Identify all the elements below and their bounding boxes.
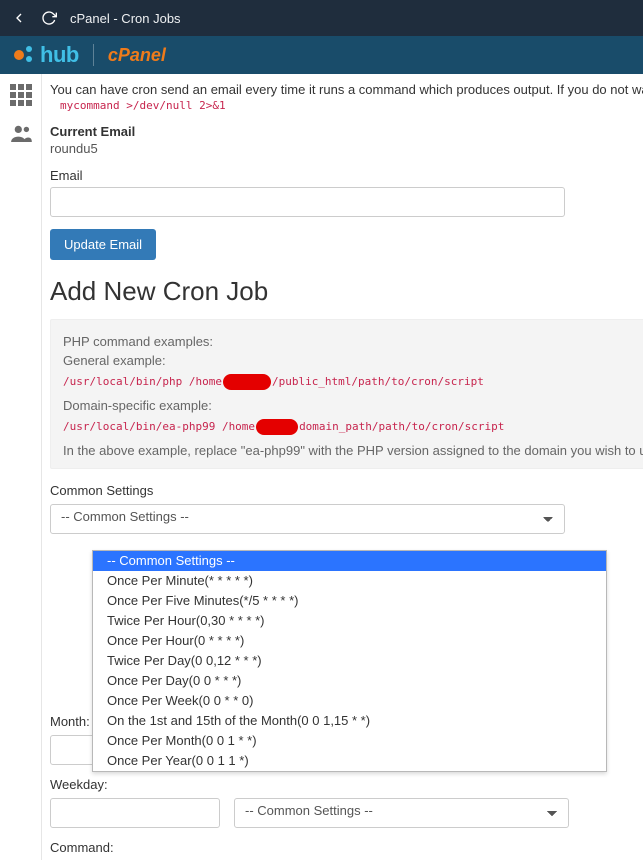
current-email-label: Current Email: [50, 124, 643, 139]
email-label: Email: [50, 168, 643, 183]
domain-example-code: /usr/local/bin/ea-php99 /home domain_path…: [63, 419, 637, 435]
command-label: Command:: [50, 840, 643, 855]
window-titlebar: cPanel - Cron Jobs: [0, 0, 643, 36]
intro-code: mycommand >/dev/null 2>&1: [50, 99, 643, 112]
users-icon[interactable]: [10, 124, 32, 142]
current-email-value: roundu5: [50, 141, 643, 156]
common-settings-dropdown[interactable]: -- Common Settings -- Once Per Minute(* …: [92, 550, 607, 772]
left-sidebar: [0, 74, 42, 860]
dropdown-option[interactable]: -- Common Settings --: [93, 551, 606, 571]
dropdown-option[interactable]: Twice Per Hour(0,30 * * * *): [93, 611, 606, 631]
refresh-icon[interactable]: [40, 9, 58, 27]
dropdown-option[interactable]: Once Per Minute(* * * * *): [93, 571, 606, 591]
dropdown-option[interactable]: Once Per Five Minutes(*/5 * * * *): [93, 591, 606, 611]
examples-note: In the above example, replace "ea-php99"…: [63, 443, 637, 458]
hub-logo: hub: [14, 42, 79, 68]
general-example-label: General example:: [63, 353, 637, 368]
redacted-block: [223, 374, 271, 390]
common-settings-label: Common Settings: [50, 483, 643, 498]
domain-code-mid: domain_path: [299, 420, 372, 433]
dropdown-option[interactable]: On the 1st and 15th of the Month(0 0 1,1…: [93, 711, 606, 731]
update-email-button[interactable]: Update Email: [50, 229, 156, 260]
general-code-post: /public_html/path/to/cron/script: [272, 375, 484, 388]
dropdown-option[interactable]: Once Per Hour(0 * * * *): [93, 631, 606, 651]
hub-logo-icon: [14, 44, 36, 66]
apps-grid-icon[interactable]: [10, 84, 32, 106]
intro-text: You can have cron send an email every ti…: [50, 82, 643, 97]
general-code-pre: /usr/local/bin/php /home: [63, 375, 222, 388]
dropdown-option[interactable]: Once Per Month(0 0 1 * *): [93, 731, 606, 751]
main-content: You can have cron send an email every ti…: [42, 74, 643, 860]
examples-panel: PHP command examples: General example: /…: [50, 319, 643, 469]
brand-separator: [93, 44, 94, 66]
domain-code-pre: /usr/local/bin/ea-php99 /home: [63, 420, 255, 433]
dropdown-option[interactable]: Once Per Week(0 0 * * 0): [93, 691, 606, 711]
add-cron-heading: Add New Cron Job: [50, 276, 643, 307]
common-settings-select[interactable]: -- Common Settings --: [50, 504, 565, 534]
email-input[interactable]: [50, 187, 565, 217]
domain-code-post: /path/to/cron/script: [372, 420, 504, 433]
hub-logo-text: hub: [40, 42, 79, 68]
weekday-input[interactable]: [50, 798, 220, 828]
cpanel-logo: cPanel: [108, 45, 166, 66]
dropdown-option[interactable]: Once Per Year(0 0 1 1 *): [93, 751, 606, 771]
redacted-block: [256, 419, 298, 435]
common-settings-selected: -- Common Settings --: [61, 509, 189, 524]
weekday-common-select[interactable]: -- Common Settings --: [234, 798, 569, 828]
dropdown-option[interactable]: Once Per Day(0 0 * * *): [93, 671, 606, 691]
domain-example-label: Domain-specific example:: [63, 398, 637, 413]
examples-title: PHP command examples:: [63, 334, 637, 349]
dropdown-option[interactable]: Twice Per Day(0 0,12 * * *): [93, 651, 606, 671]
brand-bar: hub cPanel: [0, 36, 643, 74]
weekday-label: Weekday:: [50, 777, 643, 792]
weekday-select-value: -- Common Settings --: [245, 803, 373, 818]
back-icon[interactable]: [10, 9, 28, 27]
weekday-row: -- Common Settings --: [50, 798, 643, 828]
window-title: cPanel - Cron Jobs: [70, 11, 181, 26]
general-example-code: /usr/local/bin/php /home/public_html/pat…: [63, 374, 637, 390]
examples-note-text: In the above example, replace "ea-php99"…: [63, 443, 643, 458]
